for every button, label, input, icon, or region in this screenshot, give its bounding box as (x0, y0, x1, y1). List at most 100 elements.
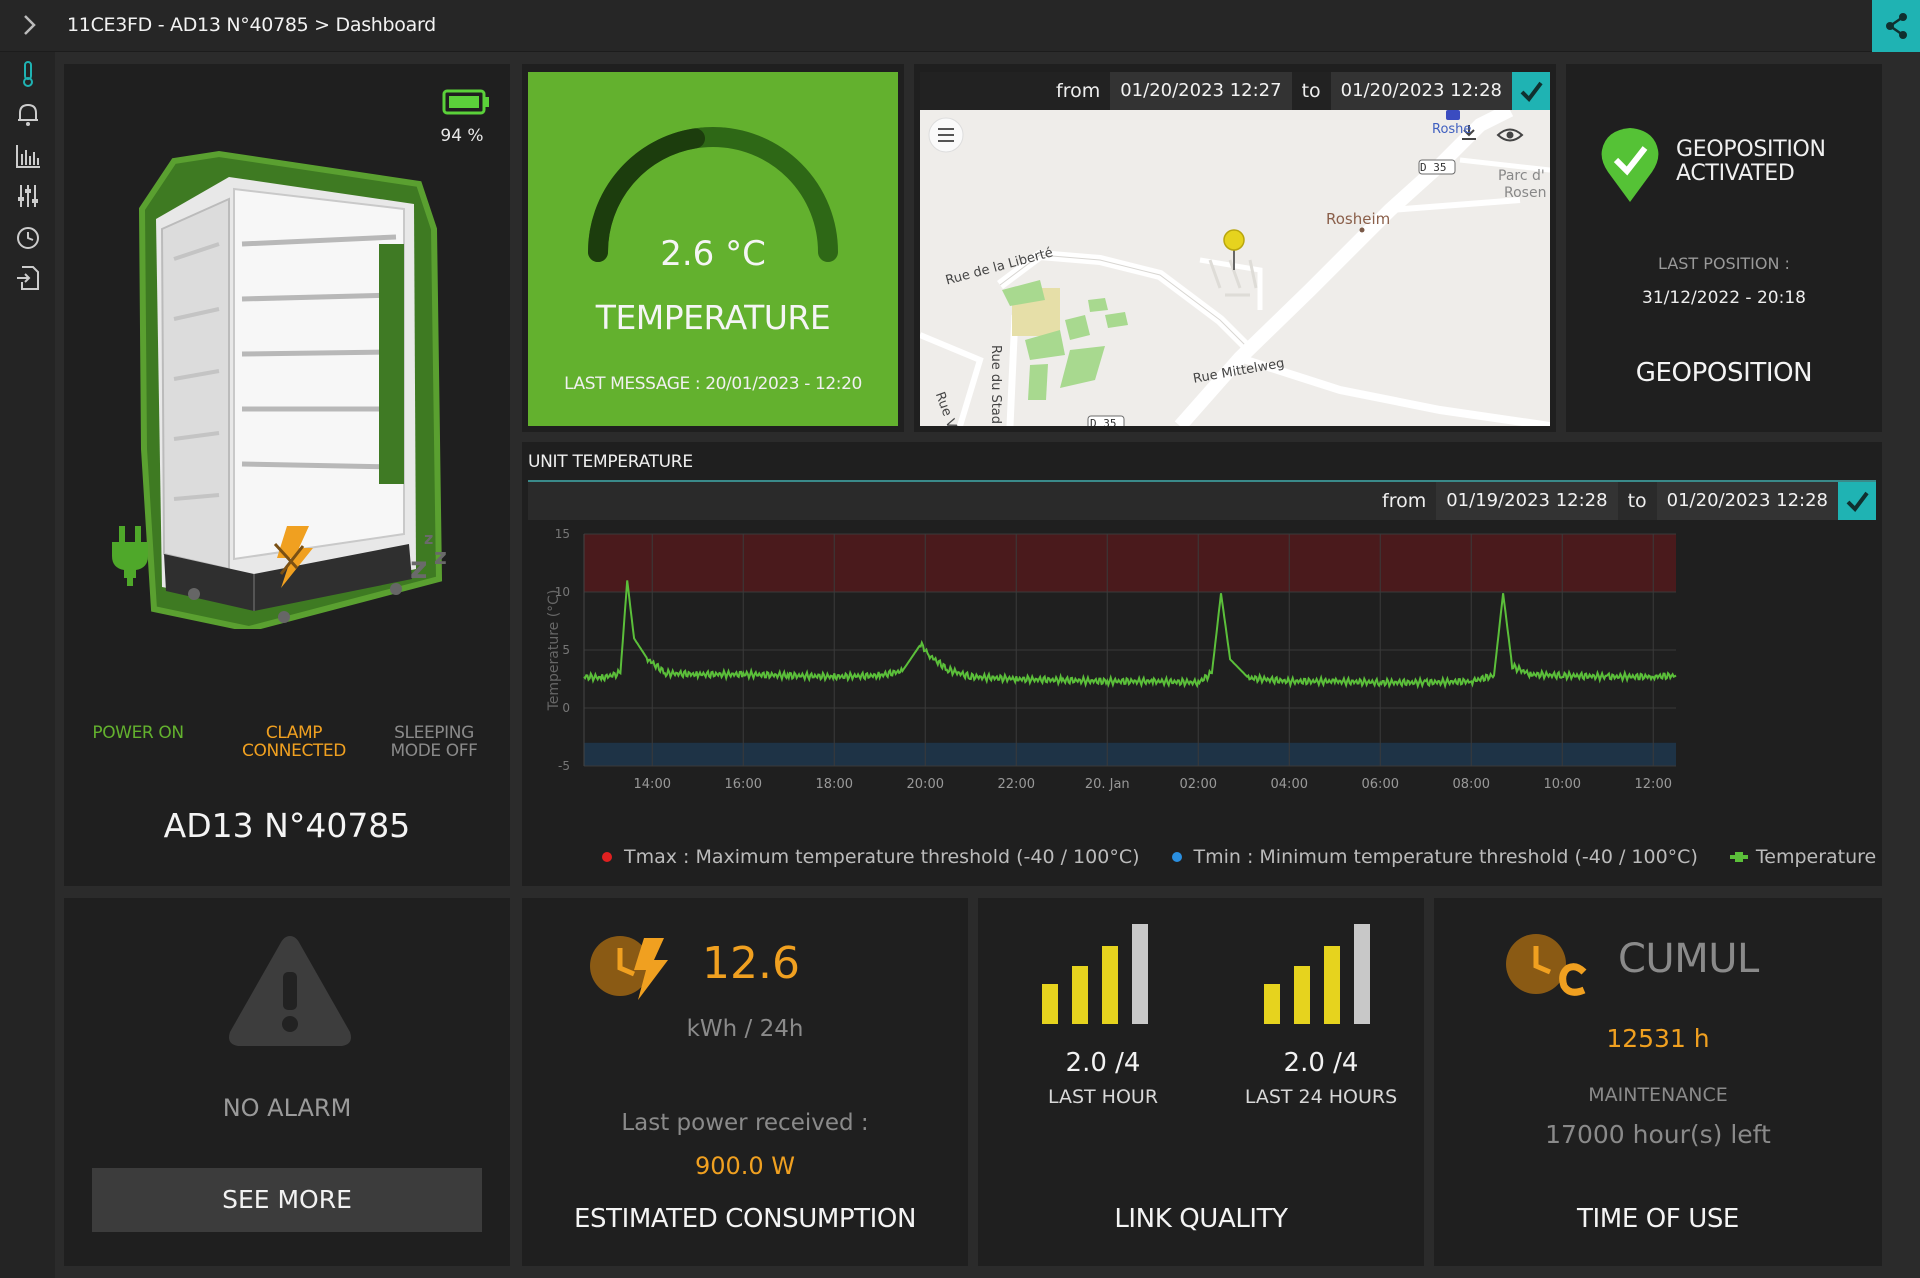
maintenance-left: 17000 hour(s) left (1545, 1120, 1771, 1149)
y-axis-label: Temperature (°C) (546, 590, 562, 712)
legend-tmax-label[interactable]: Tmax : Maximum temperature threshold (-4… (624, 846, 1140, 868)
map-date-range: from 01/20/2023 12:27 to 01/20/2023 12:2… (920, 72, 1550, 110)
last-position-value: 31/12/2022 - 20:18 (1642, 288, 1806, 308)
x-tick-label: 14:00 (634, 777, 671, 792)
legend-tmin-marker (1171, 852, 1182, 862)
to-label: to (1301, 80, 1321, 102)
map-panel: from 01/20/2023 12:27 to 01/20/2023 12:2… (914, 64, 1556, 432)
sleeping-mode-icon: z z z (410, 529, 447, 582)
map-view[interactable]: D 35 D 35 Rosheim Roshe Parc d' Rosen Ru… (920, 110, 1550, 426)
last-position-label: LAST POSITION : (1658, 254, 1790, 273)
cumul-value: 12531 h (1606, 1024, 1710, 1053)
x-tick-label: 18:00 (816, 777, 853, 792)
legend-temperature-label[interactable]: Temperature (1756, 846, 1876, 868)
svg-text:z: z (410, 551, 427, 582)
temperature-panel: 2.6 °C TEMPERATURE LAST MESSAGE : 20/01/… (522, 64, 904, 432)
from-label: from (1056, 80, 1101, 102)
map-label-parc-2: Rosen (1504, 185, 1547, 201)
consumption-panel: 12.6 kWh / 24h Last power received : 900… (522, 898, 968, 1266)
checkmark-icon (1846, 491, 1869, 513)
breadcrumb: 11CE3FD - AD13 N°40785 > Dashboard (67, 14, 436, 36)
x-tick-label: 20:00 (907, 777, 944, 792)
share-button[interactable] (1872, 0, 1920, 52)
link-quality-panel: 2.0 /4 LAST HOUR 2.0 /4 LAST 24 HOURS LI… (978, 898, 1424, 1266)
x-tick-label: 12:00 (1635, 777, 1672, 792)
y-tick-label: 15 (555, 527, 570, 541)
chevron-right-icon[interactable] (18, 12, 42, 38)
day-signal-bar (1354, 924, 1370, 1024)
temperature-value: 2.6 °C (660, 234, 766, 274)
device-name: AD13 N°40785 (163, 806, 411, 845)
chart-legend: Tmax : Maximum temperature threshold (-4… (602, 846, 1876, 868)
hour-signal-bar (1102, 946, 1118, 1024)
link-day-label: LAST 24 HOURS (1244, 1086, 1398, 1108)
chart-to-date-input[interactable]: 01/20/2023 12:28 (1656, 482, 1838, 520)
temperature-label: TEMPERATURE (595, 298, 831, 337)
x-tick-label: 22:00 (998, 777, 1035, 792)
last-power-label: Last power received : (621, 1110, 869, 1136)
battery-icon (442, 89, 489, 115)
consumption-value: 12.6 (702, 938, 800, 989)
svg-text:z: z (434, 545, 447, 570)
geoposition-title: GEOPOSITION (1635, 358, 1813, 388)
temperature-line-chart[interactable]: 151050-514:00 16:00 18:00 20:00 22:00 20. Jan… (528, 522, 1876, 852)
geo-status: GEOPOSITION ACTIVATED (1676, 137, 1826, 186)
y-tick-label: 5 (562, 643, 570, 657)
map-road-d35-b: D 35 (1090, 417, 1117, 426)
power-status-label: POWER ON (92, 723, 184, 743)
threshold-band-tmin (584, 742, 1676, 766)
no-alarm-text: NO ALARM (222, 1094, 352, 1122)
threshold-band-tmax (584, 534, 1676, 592)
link-day-value: 2.0 /4 (1283, 1048, 1359, 1078)
unit-temperature-panel: UNIT TEMPERATURE from 01/19/2023 12:28 t… (522, 442, 1882, 886)
clamp-status-label: CLAMP CONNECTED (242, 723, 346, 761)
x-tick-label: 20. Jan (1085, 777, 1130, 792)
day-signal-bar (1324, 946, 1340, 1024)
legend-tmax-marker (602, 852, 612, 862)
sliders-icon[interactable] (14, 182, 42, 210)
chart-apply-button[interactable] (1838, 482, 1876, 520)
legend-tmin-label[interactable]: Tmin : Minimum temperature threshold (-4… (1194, 846, 1698, 868)
alarm-panel: NO ALARM SEE MORE (64, 898, 510, 1266)
sleeping-status-label: SLEEPING MODE OFF (390, 723, 478, 761)
x-tick-label: 10:00 (1544, 777, 1581, 792)
day-signal-bar (1264, 984, 1280, 1024)
map-label-parc-1: Parc d' (1498, 168, 1545, 184)
x-tick-label: 02:00 (1180, 777, 1217, 792)
time-of-use-title: TIME OF USE (1577, 1204, 1739, 1234)
warning-icon (229, 936, 351, 1046)
bar-chart-icon[interactable] (14, 142, 42, 170)
link-quality-title: LINK QUALITY (1114, 1204, 1288, 1234)
share-icon (1886, 13, 1907, 39)
map-to-date-input[interactable]: 01/20/2023 12:28 (1330, 72, 1512, 110)
chart-to-label: to (1627, 490, 1647, 512)
power-plug-icon (112, 526, 148, 586)
map-from-date-input[interactable]: 01/20/2023 12:27 (1110, 72, 1292, 110)
y-tick-label: 0 (562, 701, 570, 715)
bell-icon[interactable] (14, 100, 42, 128)
map-apply-button[interactable] (1512, 72, 1550, 110)
map-label-rue-stad: Rue du Stad (988, 345, 1003, 425)
chart-from-label: from (1382, 490, 1427, 512)
legend-temperature-marker (1729, 852, 1748, 862)
export-file-icon[interactable] (14, 264, 42, 292)
last-power-value: 900.0 W (694, 1152, 796, 1180)
map-road-d35: D 35 (1420, 161, 1447, 174)
clock-icon[interactable] (14, 224, 42, 252)
clock-cumul-icon (1506, 934, 1587, 996)
thermometer-icon[interactable] (14, 60, 42, 88)
chart-from-date-input[interactable]: 01/19/2023 12:28 (1436, 482, 1618, 520)
location-check-icon (1601, 128, 1659, 202)
hour-signal-bar (1072, 966, 1088, 1024)
time-of-use-panel: CUMUL 12531 h MAINTENANCE 17000 hour(s) … (1434, 898, 1882, 1266)
consumption-unit: kWh / 24h (686, 1016, 804, 1042)
see-more-button[interactable]: SEE MORE (92, 1168, 482, 1232)
x-tick-label: 08:00 (1453, 777, 1490, 792)
map-label-rosheim: Rosheim (1326, 210, 1391, 228)
svg-text:z: z (424, 529, 433, 548)
top-bar: 11CE3FD - AD13 N°40785 > Dashboard (0, 0, 1920, 52)
x-tick-label: 16:00 (725, 777, 762, 792)
geoposition-panel: GEOPOSITION ACTIVATED LAST POSITION : 31/… (1566, 64, 1882, 432)
x-tick-label: 06:00 (1362, 777, 1399, 792)
link-hour-value: 2.0 /4 (1065, 1048, 1141, 1078)
